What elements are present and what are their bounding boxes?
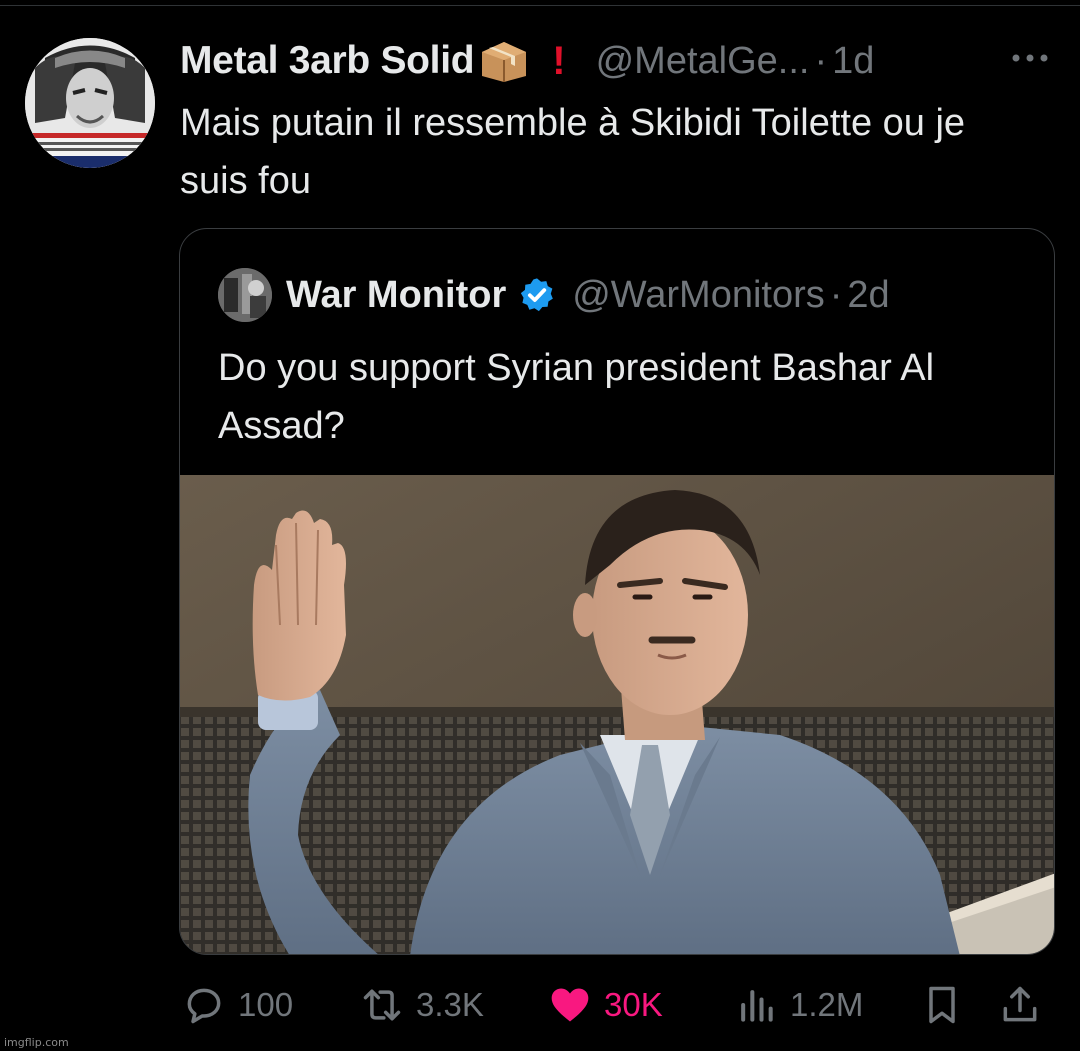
repost-count: 3.3K: [416, 986, 484, 1023]
tweet-action-bar: 100 3.3K 30K 1.2M: [0, 975, 1080, 1035]
views-count: 1.2M: [790, 986, 864, 1023]
imgflip-watermark: imgflip.com: [4, 1036, 69, 1049]
quoted-tweet-timestamp[interactable]: 2d: [847, 274, 889, 317]
photo-man-waving: [180, 475, 1054, 954]
author-avatar[interactable]: [25, 38, 155, 168]
quoted-tweet-header: War Monitor @WarMonitors · 2d: [218, 267, 890, 323]
like-count: 30K: [604, 986, 663, 1023]
views-chart-icon: [741, 990, 773, 1022]
like-button[interactable]: 30K: [548, 975, 663, 1035]
verified-badge-icon: [521, 278, 554, 312]
author-handle[interactable]: @MetalGe...: [596, 40, 810, 83]
reply-count: 100: [238, 986, 294, 1023]
more-options-icon[interactable]: [1010, 48, 1050, 68]
share-button[interactable]: [998, 975, 1042, 1035]
reply-icon: [187, 988, 221, 1024]
quoted-author-avatar[interactable]: [218, 268, 272, 322]
avatar-illustration: [25, 38, 155, 168]
top-divider: [0, 5, 1080, 6]
author-display-name[interactable]: Metal 3arb Solid: [180, 39, 475, 83]
quoted-tweet-card[interactable]: War Monitor @WarMonitors · 2d Do you sup…: [179, 228, 1055, 955]
red-exclamation-emoji-icon: !: [552, 38, 566, 83]
tweet-timestamp[interactable]: 1d: [832, 40, 874, 83]
tweet-text: Mais putain il ressemble à Skibidi Toile…: [180, 102, 966, 202]
package-emoji-icon: [482, 42, 527, 82]
header-separator: ·: [814, 39, 828, 82]
quoted-tweet-text: Do you support Syrian president Bashar A…: [218, 347, 935, 447]
quoted-avatar-image: [218, 268, 272, 322]
bookmark-button[interactable]: [920, 975, 964, 1035]
repost-button[interactable]: 3.3K: [360, 975, 484, 1035]
quoted-header-separator: ·: [829, 273, 843, 316]
reply-button[interactable]: 100: [182, 975, 293, 1035]
tweet-header: Metal 3arb Solid ! @MetalGe... · 1d: [180, 36, 874, 86]
quoted-author-handle[interactable]: @WarMonitors: [572, 274, 825, 317]
share-icon: [1003, 986, 1037, 1022]
heart-filled-icon: [551, 988, 589, 1022]
repost-icon: [363, 989, 401, 1021]
views-button[interactable]: 1.2M: [734, 975, 863, 1035]
quoted-tweet-photo[interactable]: [180, 475, 1054, 954]
bookmark-icon: [929, 986, 955, 1024]
quoted-author-display-name[interactable]: War Monitor: [286, 274, 506, 317]
